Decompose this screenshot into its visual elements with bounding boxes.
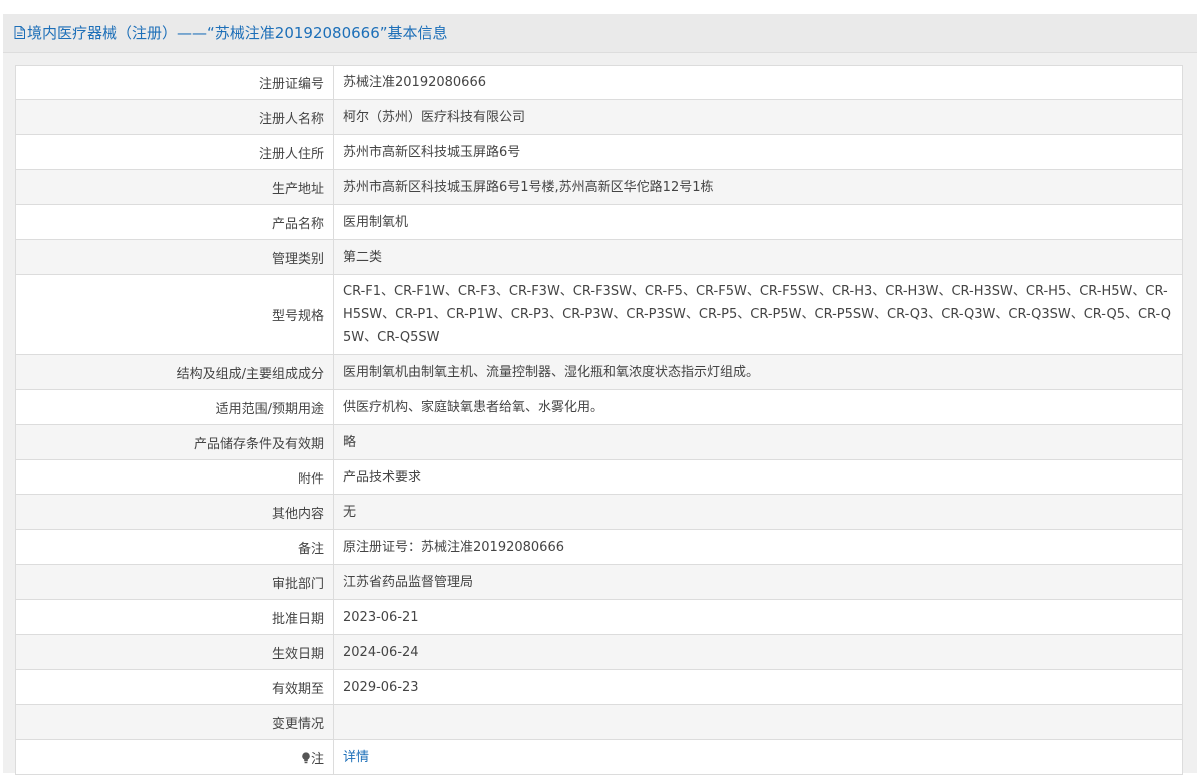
table-row-effective-date: 生效日期 2024-06-24 bbox=[16, 634, 1182, 670]
info-panel: 境内医疗器械（注册）——“苏械注准20192080666”基本信息 注册证编号 … bbox=[3, 14, 1197, 775]
table-row-remarks: 备注 原注册证号：苏械注准20192080666 bbox=[16, 529, 1182, 565]
table-row-attachment: 附件 产品技术要求 bbox=[16, 459, 1182, 495]
row-value: 苏州市高新区科技城玉屏路6号1号楼,苏州高新区华佗路12号1栋 bbox=[333, 169, 1182, 205]
table-row-approval-department: 审批部门 江苏省药品监督管理局 bbox=[16, 564, 1182, 600]
table-row-valid-until: 有效期至 2029-06-23 bbox=[16, 669, 1182, 705]
row-value: 产品技术要求 bbox=[333, 459, 1182, 495]
page: 境内医疗器械（注册）——“苏械注准20192080666”基本信息 注册证编号 … bbox=[0, 0, 1200, 777]
row-value: 医用制氧机 bbox=[333, 204, 1182, 240]
row-value: 供医疗机构、家庭缺氧患者给氧、水雾化用。 bbox=[333, 389, 1182, 425]
table-row-other-content: 其他内容 无 bbox=[16, 494, 1182, 530]
row-label: 附件 bbox=[16, 459, 334, 495]
row-value: 医用制氧机由制氧主机、流量控制器、湿化瓶和氧浓度状态指示灯组成。 bbox=[333, 354, 1182, 390]
row-label: 其他内容 bbox=[16, 494, 334, 530]
page-title-text: 境内医疗器械（注册）——“苏械注准20192080666”基本信息 bbox=[27, 24, 448, 42]
note-label: 注 bbox=[310, 751, 324, 767]
table-row-storage-validity: 产品储存条件及有效期 略 bbox=[16, 424, 1182, 460]
row-value: 2023-06-21 bbox=[333, 599, 1182, 635]
table-row-registrant-name: 注册人名称 柯尔（苏州）医疗科技有限公司 bbox=[16, 99, 1182, 135]
table-row-approval-date: 批准日期 2023-06-21 bbox=[16, 599, 1182, 635]
table-row-note: 注 详情 bbox=[16, 739, 1182, 774]
row-label: 审批部门 bbox=[16, 564, 334, 600]
table-row-product-name: 产品名称 医用制氧机 bbox=[16, 204, 1182, 240]
row-value: 2024-06-24 bbox=[333, 634, 1182, 670]
row-value: 苏械注准20192080666 bbox=[333, 66, 1182, 100]
table-row-structure-composition: 结构及组成/主要组成成分 医用制氧机由制氧主机、流量控制器、湿化瓶和氧浓度状态指… bbox=[16, 354, 1182, 390]
row-value: 略 bbox=[333, 424, 1182, 460]
row-label: 注册证编号 bbox=[16, 66, 334, 100]
table-row-change-status: 变更情况 bbox=[16, 704, 1182, 740]
row-value: 原注册证号：苏械注准20192080666 bbox=[333, 529, 1182, 565]
document-icon bbox=[14, 26, 25, 39]
table-row-model-spec: 型号规格 CR-F1、CR-F1W、CR-F3、CR-F3W、CR-F3SW、C… bbox=[16, 274, 1182, 355]
row-label: 适用范围/预期用途 bbox=[16, 389, 334, 425]
row-label: 生效日期 bbox=[16, 634, 334, 670]
row-label: 变更情况 bbox=[16, 704, 334, 740]
lightbulb-icon bbox=[302, 751, 310, 763]
table-row-registrant-address: 注册人住所 苏州市高新区科技城玉屏路6号 bbox=[16, 134, 1182, 170]
row-label: 结构及组成/主要组成成分 bbox=[16, 354, 334, 390]
row-value: 苏州市高新区科技城玉屏路6号 bbox=[333, 134, 1182, 170]
row-value: 江苏省药品监督管理局 bbox=[333, 564, 1182, 600]
row-label: 生产地址 bbox=[16, 169, 334, 205]
row-value: CR-F1、CR-F1W、CR-F3、CR-F3W、CR-F3SW、CR-F5、… bbox=[333, 274, 1182, 355]
row-value: 第二类 bbox=[333, 239, 1182, 275]
row-label: 有效期至 bbox=[16, 669, 334, 705]
panel-header: 境内医疗器械（注册）——“苏械注准20192080666”基本信息 bbox=[3, 14, 1197, 53]
table-row-management-category: 管理类别 第二类 bbox=[16, 239, 1182, 275]
row-value: 2029-06-23 bbox=[333, 669, 1182, 705]
row-label: 批准日期 bbox=[16, 599, 334, 635]
row-value bbox=[333, 704, 1182, 740]
row-value: 无 bbox=[333, 494, 1182, 530]
note-value-cell: 详情 bbox=[333, 739, 1182, 774]
table-row-registration-number: 注册证编号 苏械注准20192080666 bbox=[16, 66, 1182, 100]
row-label: 产品储存条件及有效期 bbox=[16, 424, 334, 460]
row-label: 备注 bbox=[16, 529, 334, 565]
note-label-cell: 注 bbox=[16, 739, 334, 774]
table-row-intended-use: 适用范围/预期用途 供医疗机构、家庭缺氧患者给氧、水雾化用。 bbox=[16, 389, 1182, 425]
info-table: 注册证编号 苏械注准20192080666 注册人名称 柯尔（苏州）医疗科技有限… bbox=[15, 65, 1183, 775]
row-label: 管理类别 bbox=[16, 239, 334, 275]
table-row-production-address: 生产地址 苏州市高新区科技城玉屏路6号1号楼,苏州高新区华佗路12号1栋 bbox=[16, 169, 1182, 205]
page-title: 境内医疗器械（注册）——“苏械注准20192080666”基本信息 bbox=[14, 23, 448, 43]
row-label: 注册人名称 bbox=[16, 99, 334, 135]
row-value: 柯尔（苏州）医疗科技有限公司 bbox=[333, 99, 1182, 135]
row-label: 型号规格 bbox=[16, 274, 334, 355]
row-label: 注册人住所 bbox=[16, 134, 334, 170]
row-label: 产品名称 bbox=[16, 204, 334, 240]
details-link[interactable]: 详情 bbox=[343, 750, 369, 765]
